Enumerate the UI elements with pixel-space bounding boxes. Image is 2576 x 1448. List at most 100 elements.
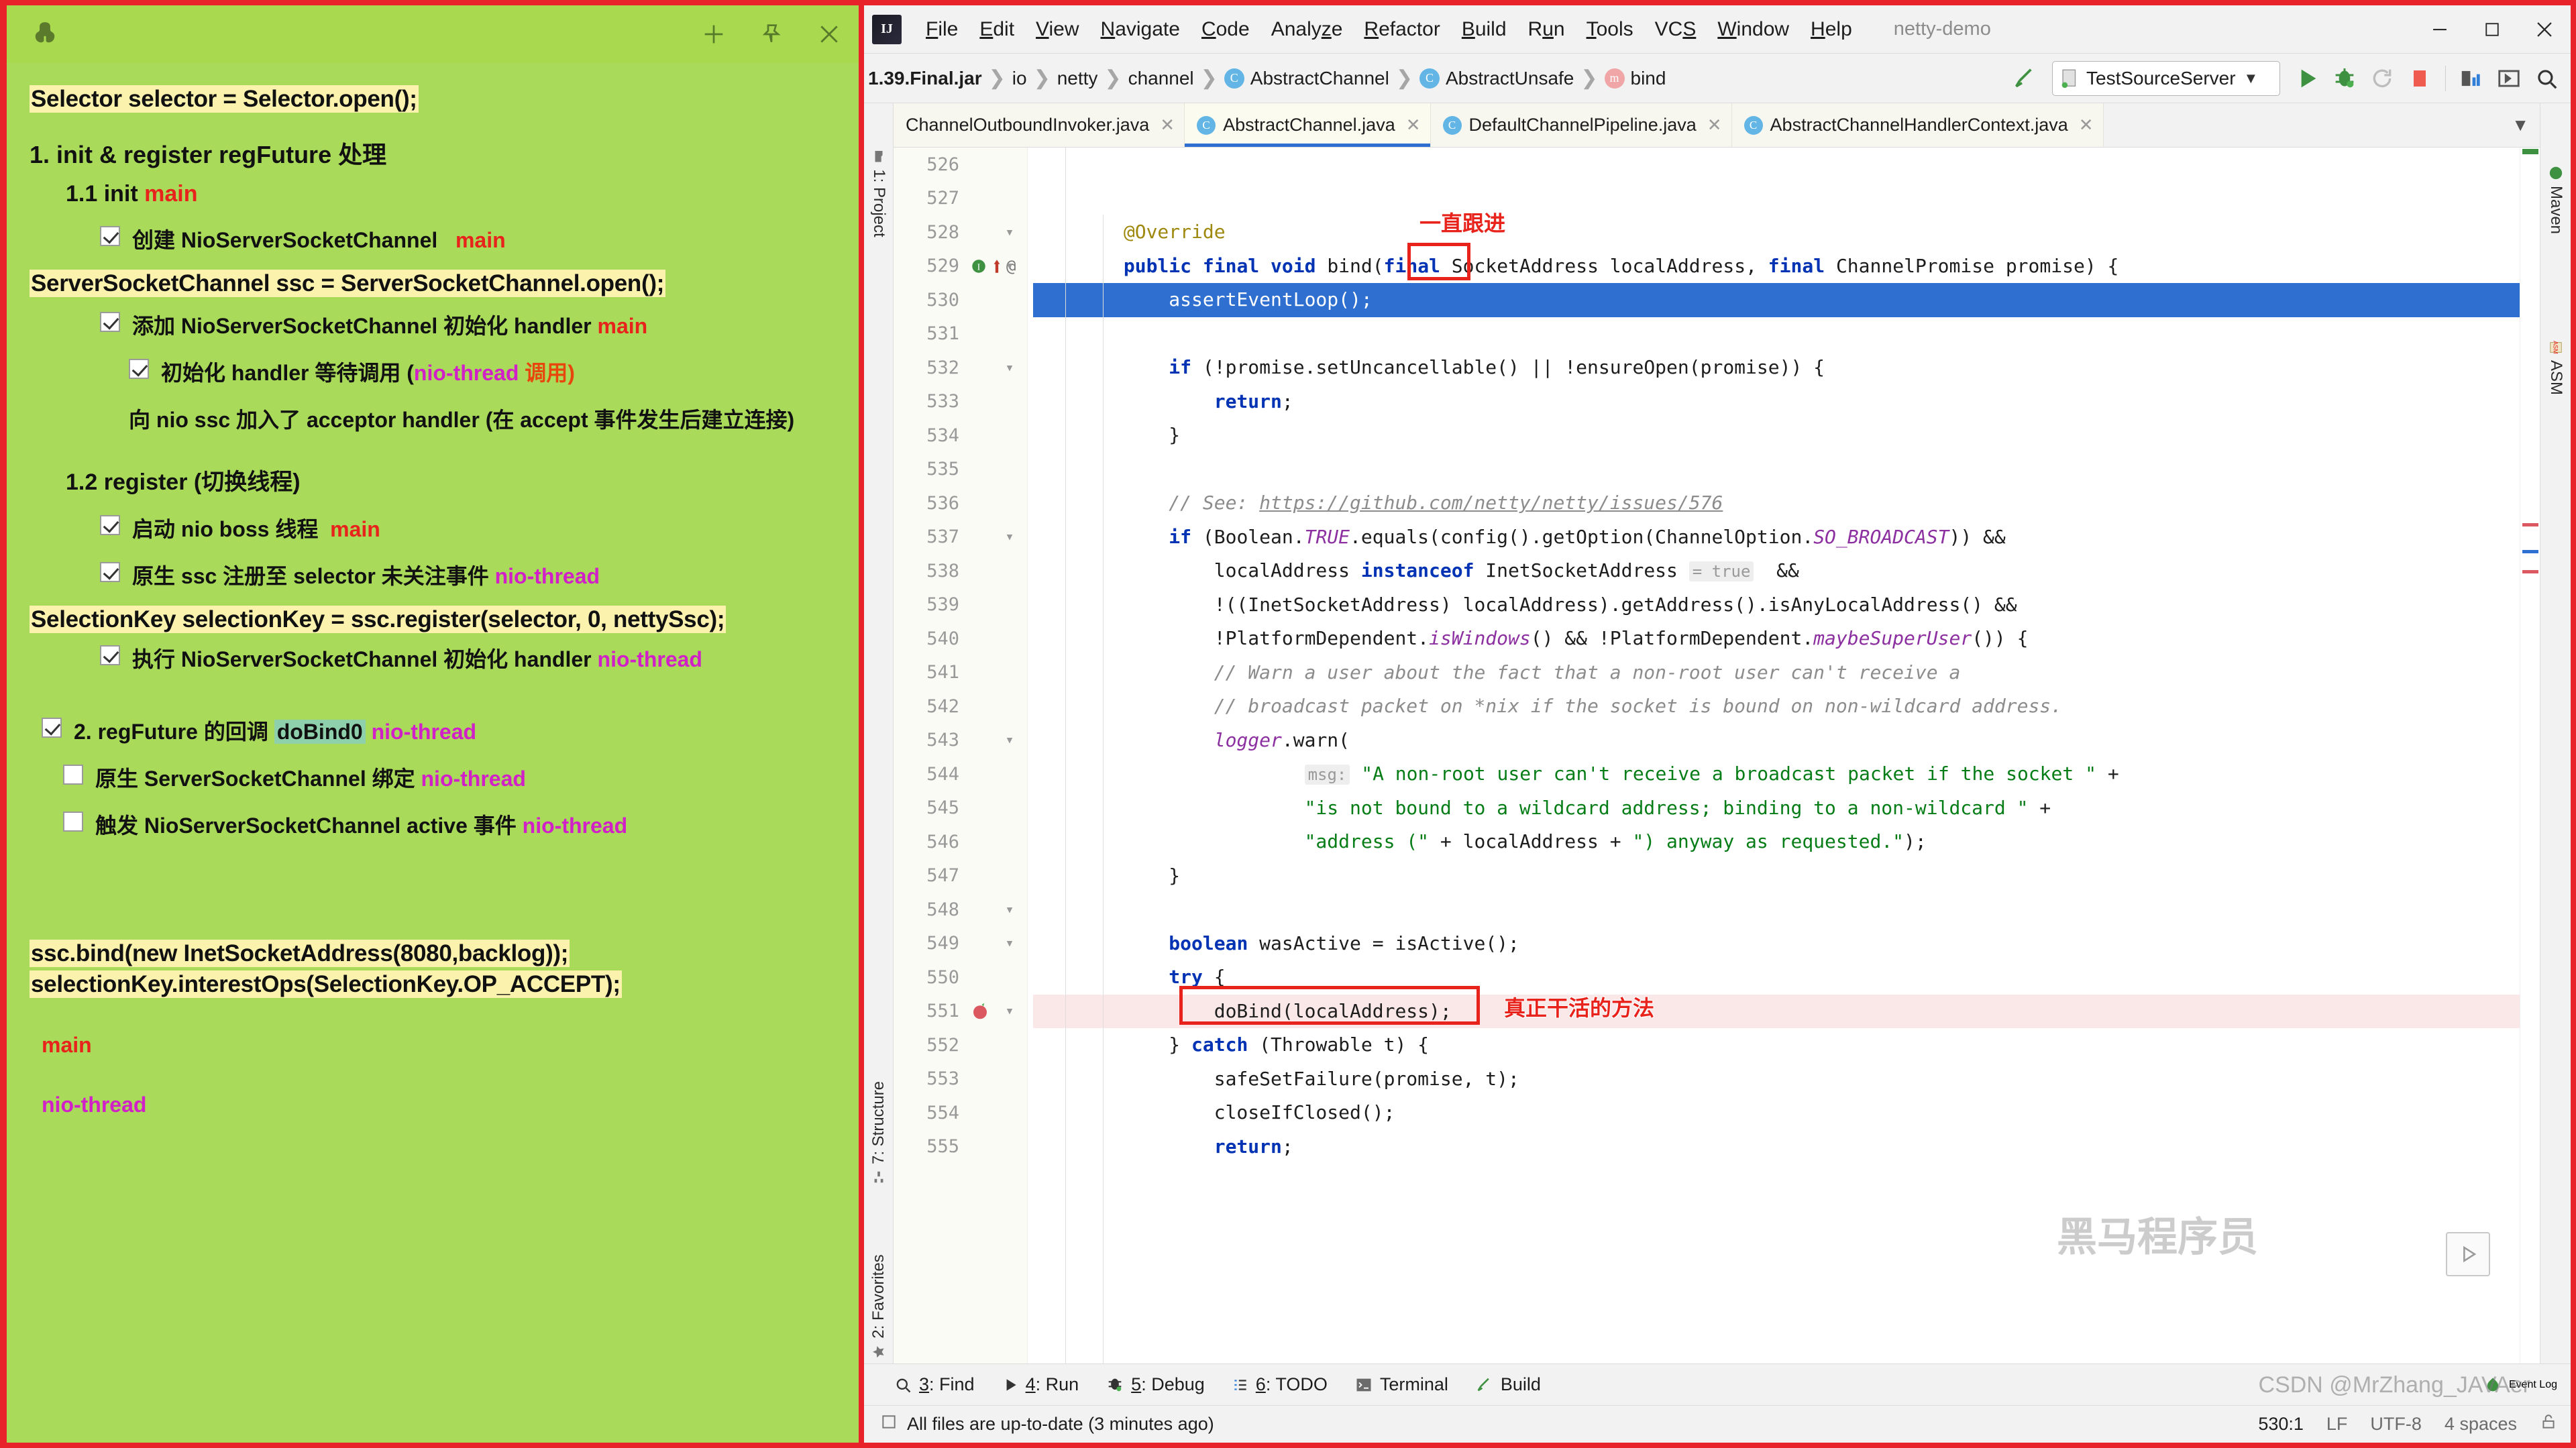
tool-button-structure[interactable]: 7: Structure bbox=[869, 1081, 888, 1184]
tab-channeloutboundinvoker[interactable]: ChannelOutboundInvoker.java ✕ bbox=[894, 103, 1185, 147]
caret-position[interactable]: 530:1 bbox=[2258, 1414, 2304, 1435]
floating-run-button[interactable] bbox=[2446, 1232, 2490, 1276]
editor-marker-column[interactable] bbox=[2520, 148, 2540, 1363]
class-icon: C bbox=[1743, 115, 1763, 135]
menu-help[interactable]: Help bbox=[1800, 14, 1863, 45]
menu-refactor[interactable]: Refactor bbox=[1353, 14, 1450, 45]
checkbox-add-init-handler[interactable] bbox=[100, 312, 120, 332]
run-icon[interactable] bbox=[2290, 61, 2324, 96]
breadcrumb-bind-method[interactable]: m bind bbox=[1604, 68, 1666, 89]
screenshot-root: Selector selector = Selector.open(); 1. … bbox=[0, 0, 2576, 1448]
search-icon[interactable] bbox=[2529, 61, 2564, 96]
checkbox-exec-init-handler[interactable] bbox=[100, 645, 120, 665]
tool-button-terminal[interactable]: Terminal bbox=[1354, 1374, 1448, 1395]
breadcrumb-netty[interactable]: netty bbox=[1057, 68, 1098, 89]
caret-marker[interactable] bbox=[2522, 550, 2538, 553]
menu-view[interactable]: View bbox=[1025, 14, 1089, 45]
error-marker[interactable] bbox=[2522, 570, 2538, 573]
code-folding-column[interactable]: ▾ ▾ ▾ ▾ ▾ ▾ ▾ ▾ bbox=[1004, 148, 1023, 1130]
close-icon[interactable] bbox=[2518, 9, 2571, 50]
menu-navigate[interactable]: Navigate bbox=[1090, 14, 1191, 45]
code-text-area[interactable]: @Override public final void bind(final S… bbox=[1028, 148, 2520, 1363]
checkbox-regfuture-callback[interactable] bbox=[42, 718, 62, 738]
code-editor[interactable]: 526 527 528 529 530 531 532 533 534 535 … bbox=[894, 148, 2540, 1363]
menu-file[interactable]: File bbox=[915, 14, 969, 45]
tab-abstractchannel[interactable]: C AbstractChannel.java ✕ bbox=[1185, 103, 1431, 147]
build-hammer-icon[interactable] bbox=[2008, 61, 2043, 96]
tab-label: AbstractChannelHandlerContext.java bbox=[1770, 115, 2068, 135]
note-checkbox-item[interactable]: 触发 NioServerSocketChannel active 事件 nio-… bbox=[30, 809, 841, 840]
indent-setting[interactable]: 4 spaces bbox=[2445, 1414, 2517, 1435]
tab-close-icon[interactable]: ✕ bbox=[1160, 115, 1175, 135]
override-arrow-icon bbox=[994, 260, 1000, 273]
coverage-icon[interactable] bbox=[2454, 61, 2489, 96]
note-checkbox-item[interactable]: 创建 NioServerSocketChannel main bbox=[30, 223, 841, 254]
code-line: return; bbox=[1214, 390, 1293, 412]
close-icon[interactable] bbox=[816, 21, 843, 48]
pin-icon[interactable] bbox=[758, 21, 785, 48]
stop-icon[interactable] bbox=[2402, 61, 2437, 96]
debug-icon[interactable] bbox=[2327, 61, 2362, 96]
plus-icon[interactable] bbox=[700, 21, 727, 48]
breadcrumb-abstractunsafe[interactable]: C AbstractUnsafe bbox=[1419, 68, 1574, 89]
note-checkbox-item[interactable]: 添加 NioServerSocketChannel 初始化 handler ma… bbox=[30, 309, 841, 340]
open-window-icon[interactable] bbox=[2491, 61, 2526, 96]
menu-tools[interactable]: Tools bbox=[1576, 14, 1644, 45]
event-log-button[interactable]: Event Log bbox=[2483, 1376, 2557, 1394]
editor-gutter[interactable]: 526 527 528 529 530 531 532 533 534 535 … bbox=[894, 148, 1028, 1363]
checkbox-create-nssc[interactable] bbox=[100, 226, 120, 246]
main-toolbar: TestSourceServer ▼ bbox=[2008, 60, 2564, 96]
tool-button-find[interactable]: 3: Find bbox=[894, 1374, 975, 1395]
checkbox-init-handler-wait[interactable] bbox=[129, 359, 149, 379]
note-checkbox-item[interactable]: 执行 NioServerSocketChannel 初始化 handler ni… bbox=[30, 643, 841, 673]
menu-window[interactable]: Window bbox=[1707, 14, 1800, 45]
tab-defaultchannelpipeline[interactable]: C DefaultChannelPipeline.java ✕ bbox=[1430, 103, 1732, 147]
file-encoding[interactable]: UTF-8 bbox=[2370, 1414, 2422, 1435]
code-snippet-interestops: selectionKey.interestOps(SelectionKey.OP… bbox=[30, 970, 622, 998]
tab-close-icon[interactable]: ✕ bbox=[2079, 115, 2094, 135]
chevron-down-icon[interactable]: ▼ bbox=[2244, 70, 2259, 87]
line-number: 540 bbox=[926, 628, 959, 649]
tab-abstractchannelhandlercontext[interactable]: C AbstractChannelHandlerContext.java ✕ bbox=[1731, 103, 2104, 147]
breadcrumb-io[interactable]: io bbox=[1012, 68, 1027, 89]
tab-overflow-chevron-down-icon[interactable]: ▼ bbox=[2501, 103, 2540, 147]
menu-vcs[interactable]: VCS bbox=[1644, 14, 1707, 45]
note-checkbox-item[interactable]: 初始化 handler 等待调用 (nio-thread 调用) bbox=[30, 356, 841, 387]
checkbox-start-boss-thread[interactable] bbox=[100, 515, 120, 535]
line-number: 535 bbox=[926, 459, 959, 480]
menu-build[interactable]: Build bbox=[1451, 14, 1517, 45]
tool-button-build[interactable]: Build bbox=[1475, 1374, 1541, 1395]
tool-label: Run bbox=[1045, 1374, 1079, 1394]
menu-code[interactable]: Code bbox=[1191, 14, 1260, 45]
note-checkbox-item[interactable]: 原生 ServerSocketChannel 绑定 nio-thread bbox=[30, 762, 841, 793]
note-checkbox-item[interactable]: 2. regFuture 的回调 doBind0 nio-thread bbox=[30, 715, 841, 746]
class-icon: C bbox=[1442, 115, 1462, 135]
minimize-icon[interactable] bbox=[2414, 9, 2466, 50]
breadcrumb-jar[interactable]: 1.39.Final.jar bbox=[868, 68, 982, 89]
note-checkbox-item[interactable]: 原生 ssc 注册至 selector 未关注事件 nio-thread bbox=[30, 559, 841, 590]
rerun-icon[interactable] bbox=[2365, 61, 2400, 96]
unlocked-icon[interactable] bbox=[2540, 1413, 2557, 1435]
tool-button-asm[interactable]: ASM ASM bbox=[2546, 340, 2565, 395]
checkbox-trigger-active-event[interactable] bbox=[63, 812, 83, 832]
breadcrumb-abstractchannel[interactable]: C AbstractChannel bbox=[1224, 68, 1389, 89]
tool-button-favorites[interactable]: 2: Favorites bbox=[869, 1254, 888, 1359]
tool-button-run[interactable]: 4: Run bbox=[1002, 1374, 1079, 1395]
menu-run[interactable]: Run bbox=[1517, 14, 1576, 45]
tab-close-icon[interactable]: ✕ bbox=[1406, 115, 1421, 135]
line-separator[interactable]: LF bbox=[2326, 1414, 2348, 1435]
checkbox-native-ssc-bind[interactable] bbox=[63, 765, 83, 785]
tool-button-todo[interactable]: 6: TODO bbox=[1232, 1374, 1328, 1395]
tab-close-icon[interactable]: ✕ bbox=[1707, 115, 1722, 135]
run-configuration-selector[interactable]: TestSourceServer ▼ bbox=[2052, 60, 2280, 96]
maximize-icon[interactable] bbox=[2466, 9, 2518, 50]
tool-button-maven[interactable]: Maven bbox=[2546, 166, 2565, 234]
checkbox-register-selector[interactable] bbox=[100, 562, 120, 582]
menu-analyze[interactable]: Analyze bbox=[1260, 14, 1354, 45]
menu-edit[interactable]: Edit bbox=[969, 14, 1025, 45]
error-marker[interactable] bbox=[2522, 523, 2538, 526]
tool-button-project[interactable]: 1: Project bbox=[869, 149, 888, 237]
tool-button-debug[interactable]: 5: Debug bbox=[1106, 1374, 1205, 1395]
breadcrumb-channel[interactable]: channel bbox=[1128, 68, 1194, 89]
note-checkbox-item[interactable]: 启动 nio boss 线程 main bbox=[30, 512, 841, 543]
